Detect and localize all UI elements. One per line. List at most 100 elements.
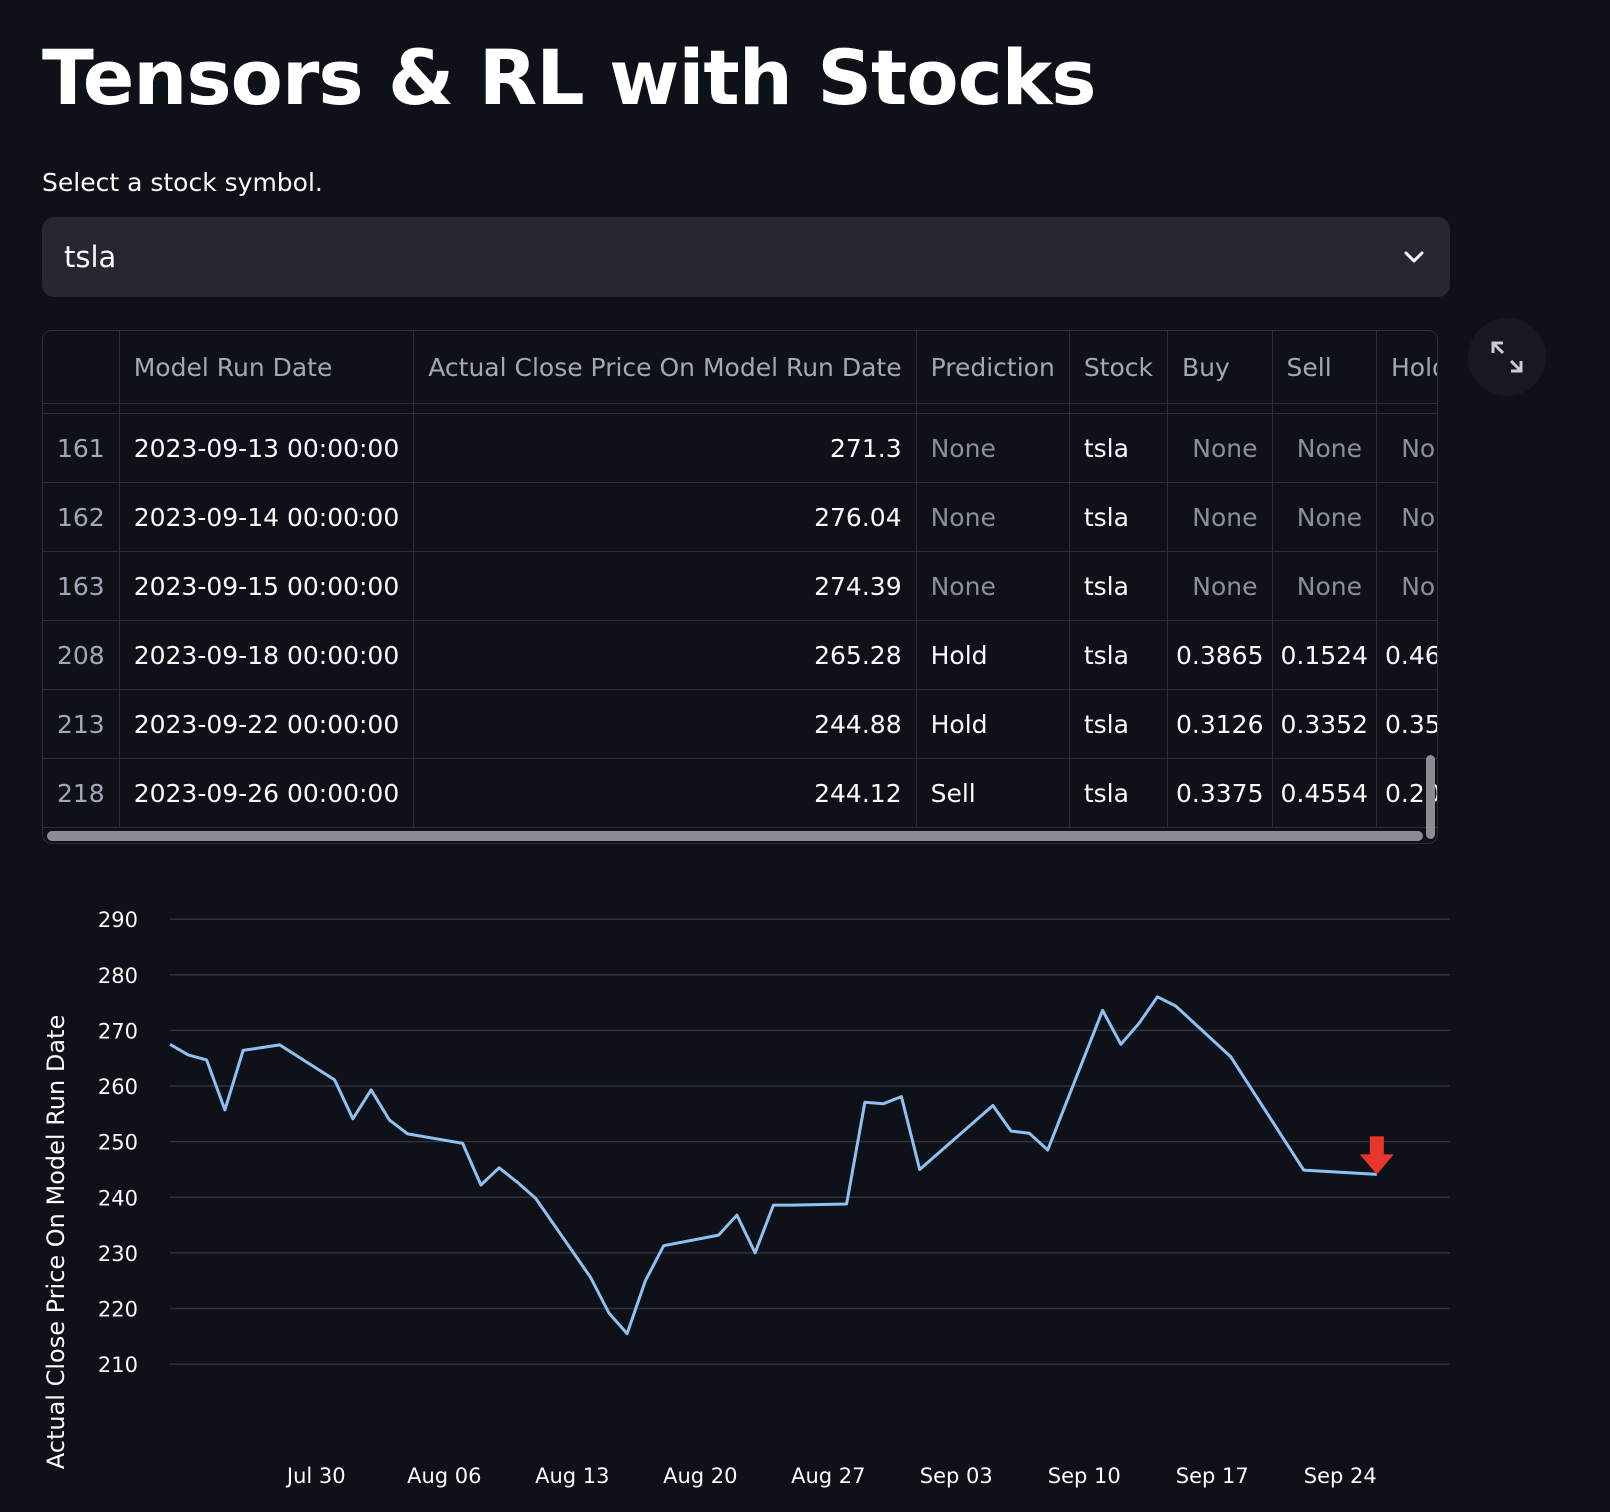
expand-icon bbox=[1491, 341, 1523, 373]
y-axis: 210 220 230 240 250 260 270 280 290 bbox=[98, 908, 138, 1377]
y-tick-label: 210 bbox=[98, 1353, 138, 1377]
cell-stock[interactable]: tsla bbox=[1069, 689, 1169, 759]
column-header-model-run-date[interactable]: Model Run Date bbox=[119, 331, 415, 404]
cell-close-price[interactable]: 276.04 bbox=[413, 482, 917, 552]
data-point bbox=[624, 1331, 630, 1337]
table-row[interactable]: 218 2023-09-26 00:00:00 244.12 Sell tsla… bbox=[43, 758, 1437, 828]
cell-sell[interactable]: 0.1524 bbox=[1272, 620, 1377, 690]
y-tick-label: 270 bbox=[98, 1019, 138, 1043]
y-tick-label: 220 bbox=[98, 1298, 138, 1322]
cell-prediction[interactable]: None bbox=[916, 551, 1070, 621]
cell-buy[interactable]: None bbox=[1167, 551, 1273, 621]
table-row[interactable]: 163 2023-09-15 00:00:00 274.39 None tsla… bbox=[43, 551, 1437, 621]
cell-buy[interactable]: None bbox=[1167, 482, 1273, 552]
cell-hold[interactable]: None bbox=[1376, 551, 1437, 621]
cell-buy[interactable]: 0.3865 bbox=[1167, 620, 1273, 690]
cell-prediction[interactable]: None bbox=[916, 482, 1070, 552]
x-tick-label: Sep 03 bbox=[920, 1464, 993, 1488]
cell-prediction[interactable]: None bbox=[916, 413, 1070, 483]
data-point bbox=[862, 1099, 868, 1105]
cell-model-run-date[interactable]: 2023-09-15 00:00:00 bbox=[119, 551, 415, 621]
data-point bbox=[880, 1101, 886, 1107]
x-tick-label: Aug 27 bbox=[791, 1464, 865, 1488]
row-index: 218 bbox=[43, 758, 120, 828]
cell-sell[interactable]: None bbox=[1272, 413, 1377, 483]
cell-stock[interactable]: tsla bbox=[1069, 551, 1169, 621]
cell-close-price[interactable]: 274.39 bbox=[413, 551, 917, 621]
cell-model-run-date[interactable]: 2023-09-14 00:00:00 bbox=[119, 482, 415, 552]
table-header-row: Model Run Date Actual Close Price On Mod… bbox=[43, 331, 1437, 404]
data-point bbox=[1173, 1003, 1179, 1009]
cell-hold[interactable]: None bbox=[1376, 482, 1437, 552]
cell-close-price[interactable]: 265.28 bbox=[413, 620, 917, 690]
data-point bbox=[167, 1041, 173, 1047]
column-header-sell[interactable]: Sell bbox=[1272, 331, 1377, 404]
vertical-scrollbar[interactable] bbox=[1426, 755, 1435, 839]
x-tick-label: Aug 20 bbox=[663, 1464, 737, 1488]
cell-sell[interactable]: None bbox=[1272, 551, 1377, 621]
cell-close-price[interactable]: 271.3 bbox=[413, 413, 917, 483]
horizontal-scrollbar[interactable] bbox=[47, 831, 1423, 841]
data-point bbox=[789, 1202, 795, 1208]
data-point bbox=[332, 1077, 338, 1083]
cell-sell[interactable]: None bbox=[1272, 482, 1377, 552]
cell-prediction[interactable]: Hold bbox=[916, 689, 1070, 759]
table-row[interactable]: 208 2023-09-18 00:00:00 265.28 Hold tsla… bbox=[43, 620, 1437, 690]
cell-buy[interactable]: None bbox=[1167, 413, 1273, 483]
cell-hold[interactable]: None bbox=[1376, 413, 1437, 483]
column-header-stock[interactable]: Stock bbox=[1069, 331, 1169, 404]
chevron-down-icon bbox=[1400, 243, 1428, 271]
cell-buy[interactable]: 0.3126 bbox=[1167, 689, 1273, 759]
column-header-hold[interactable]: Hold bbox=[1376, 331, 1437, 404]
cell-sell[interactable]: 0.3352 bbox=[1272, 689, 1377, 759]
cell-model-run-date[interactable]: 2023-09-22 00:00:00 bbox=[119, 689, 415, 759]
data-point bbox=[204, 1057, 210, 1063]
cell-stock[interactable]: tsla bbox=[1069, 620, 1169, 690]
cell-close-price[interactable]: 244.12 bbox=[413, 758, 917, 828]
data-point bbox=[1045, 1147, 1051, 1153]
cell-stock[interactable]: tsla bbox=[1069, 482, 1169, 552]
table-row[interactable]: 162 2023-09-14 00:00:00 276.04 None tsla… bbox=[43, 482, 1437, 552]
cell-model-run-date[interactable]: 2023-09-26 00:00:00 bbox=[119, 758, 415, 828]
column-header-prediction[interactable]: Prediction bbox=[916, 331, 1070, 404]
data-point bbox=[1136, 1020, 1142, 1026]
data-point bbox=[405, 1131, 411, 1137]
table-row[interactable]: 213 2023-09-22 00:00:00 244.88 Hold tsla… bbox=[43, 689, 1437, 759]
cell-stock[interactable]: tsla bbox=[1069, 413, 1169, 483]
stock-select[interactable]: tsla bbox=[42, 217, 1450, 297]
data-table[interactable]: Model Run Date Actual Close Price On Mod… bbox=[42, 330, 1438, 844]
cell-stock[interactable]: tsla bbox=[1069, 758, 1169, 828]
data-point bbox=[1008, 1128, 1014, 1134]
cell-buy[interactable]: 0.3375 bbox=[1167, 758, 1273, 828]
cell-hold[interactable]: 0.3522 bbox=[1376, 689, 1437, 759]
column-header-buy[interactable]: Buy bbox=[1167, 331, 1273, 404]
price-series-line[interactable] bbox=[169, 995, 1377, 1336]
data-point bbox=[514, 1179, 520, 1185]
data-point bbox=[642, 1278, 648, 1284]
data-point bbox=[1100, 1007, 1106, 1013]
page-title: Tensors & RL with Stocks bbox=[42, 33, 1096, 122]
data-point bbox=[844, 1201, 850, 1207]
y-axis-label: Actual Close Price On Model Run Date bbox=[42, 1015, 70, 1469]
data-point bbox=[533, 1195, 539, 1201]
cell-sell[interactable]: 0.4554 bbox=[1272, 758, 1377, 828]
price-points bbox=[167, 994, 1380, 1337]
table-row[interactable]: 161 2023-09-13 00:00:00 271.3 None tsla … bbox=[43, 413, 1437, 483]
fullscreen-button[interactable] bbox=[1468, 318, 1546, 396]
data-point bbox=[277, 1042, 283, 1048]
column-header-index[interactable] bbox=[43, 331, 120, 404]
cell-model-run-date[interactable]: 2023-09-13 00:00:00 bbox=[119, 413, 415, 483]
data-point bbox=[368, 1087, 374, 1093]
price-line-chart[interactable]: 210 220 230 240 250 260 270 280 290 Jul 30 Aug 06… bbox=[0, 900, 1460, 1500]
data-point bbox=[460, 1140, 466, 1146]
row-index: 162 bbox=[43, 482, 120, 552]
data-point bbox=[350, 1116, 356, 1122]
x-tick-label: Sep 24 bbox=[1304, 1464, 1377, 1488]
cell-hold[interactable]: 0.4611 bbox=[1376, 620, 1437, 690]
cell-prediction[interactable]: Sell bbox=[916, 758, 1070, 828]
cell-model-run-date[interactable]: 2023-09-18 00:00:00 bbox=[119, 620, 415, 690]
cell-prediction[interactable]: Hold bbox=[916, 620, 1070, 690]
row-index: 163 bbox=[43, 551, 120, 621]
cell-close-price[interactable]: 244.88 bbox=[413, 689, 917, 759]
column-header-actual-close-price[interactable]: Actual Close Price On Model Run Date bbox=[413, 331, 917, 404]
